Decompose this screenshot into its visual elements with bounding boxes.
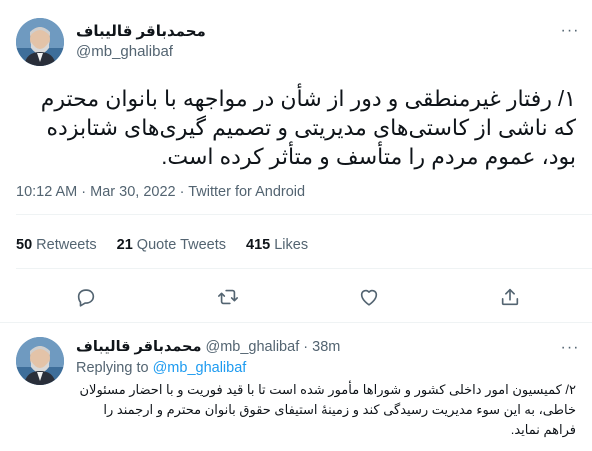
divider bbox=[16, 214, 592, 215]
separator: · bbox=[175, 184, 189, 200]
main-tweet: محمدباقر قالیباف @mb_ghalibaf ··· ۱/ رفت… bbox=[0, 0, 592, 323]
profile-photo-icon bbox=[16, 18, 64, 66]
engagement-stats: 50 Retweets 21 Quote Tweets 415 Likes bbox=[16, 237, 328, 253]
quote-tweets-count: 21 bbox=[116, 237, 133, 253]
likes-count: 415 bbox=[246, 237, 271, 253]
username-handle[interactable]: @mb_ghalibaf bbox=[76, 43, 173, 60]
separator: · bbox=[77, 184, 91, 200]
avatar[interactable] bbox=[16, 18, 64, 66]
tweet-date[interactable]: Mar 30, 2022 bbox=[90, 184, 175, 200]
quote-tweets-label: Quote Tweets bbox=[136, 237, 226, 253]
tweet-text: ۱/ رفتار غیرمنطقی و دور از شأن در مواجهه… bbox=[40, 86, 576, 169]
retweet-icon[interactable] bbox=[216, 285, 240, 309]
likes-label: Likes bbox=[274, 237, 309, 253]
tweet-text: ۲/ کمیسیون امور داخلی کشور و شوراها مأمو… bbox=[79, 382, 577, 437]
tweet-time-ago[interactable]: 38m bbox=[312, 339, 340, 355]
replying-to-label: Replying to bbox=[76, 360, 149, 376]
avatar[interactable] bbox=[16, 337, 64, 385]
more-options-icon[interactable]: ··· bbox=[558, 339, 582, 359]
action-bar bbox=[0, 285, 592, 309]
profile-photo-icon bbox=[16, 337, 64, 385]
divider bbox=[0, 322, 592, 323]
separator: · bbox=[299, 339, 313, 355]
replying-to-link[interactable]: @mb_ghalibaf bbox=[153, 360, 247, 376]
likes-stat[interactable]: 415 Likes bbox=[246, 237, 308, 253]
retweets-stat[interactable]: 50 Retweets bbox=[16, 237, 97, 253]
tweet-source[interactable]: Twitter for Android bbox=[188, 184, 305, 200]
more-options-icon[interactable]: ··· bbox=[558, 22, 582, 42]
retweets-label: Retweets bbox=[36, 237, 97, 253]
quote-tweets-stat[interactable]: 21 Quote Tweets bbox=[117, 237, 226, 253]
reply-icon[interactable] bbox=[74, 285, 98, 309]
display-name[interactable]: محمدباقر قالیباف bbox=[76, 339, 201, 355]
tweet-metadata: 10:12 AM · Mar 30, 2022 · Twitter for An… bbox=[16, 184, 305, 200]
replying-to: Replying to @mb_ghalibaf bbox=[76, 360, 246, 376]
retweets-count: 50 bbox=[16, 237, 33, 253]
like-icon[interactable] bbox=[357, 285, 381, 309]
share-icon[interactable] bbox=[498, 285, 522, 309]
tweet-time[interactable]: 10:12 AM bbox=[16, 184, 77, 200]
divider bbox=[16, 268, 592, 269]
reply-header: محمدباقر قالیباف @mb_ghalibaf · 38m bbox=[76, 339, 340, 355]
username-handle[interactable]: @mb_ghalibaf bbox=[206, 339, 300, 355]
display-name[interactable]: محمدباقر قالیباف bbox=[76, 22, 206, 40]
